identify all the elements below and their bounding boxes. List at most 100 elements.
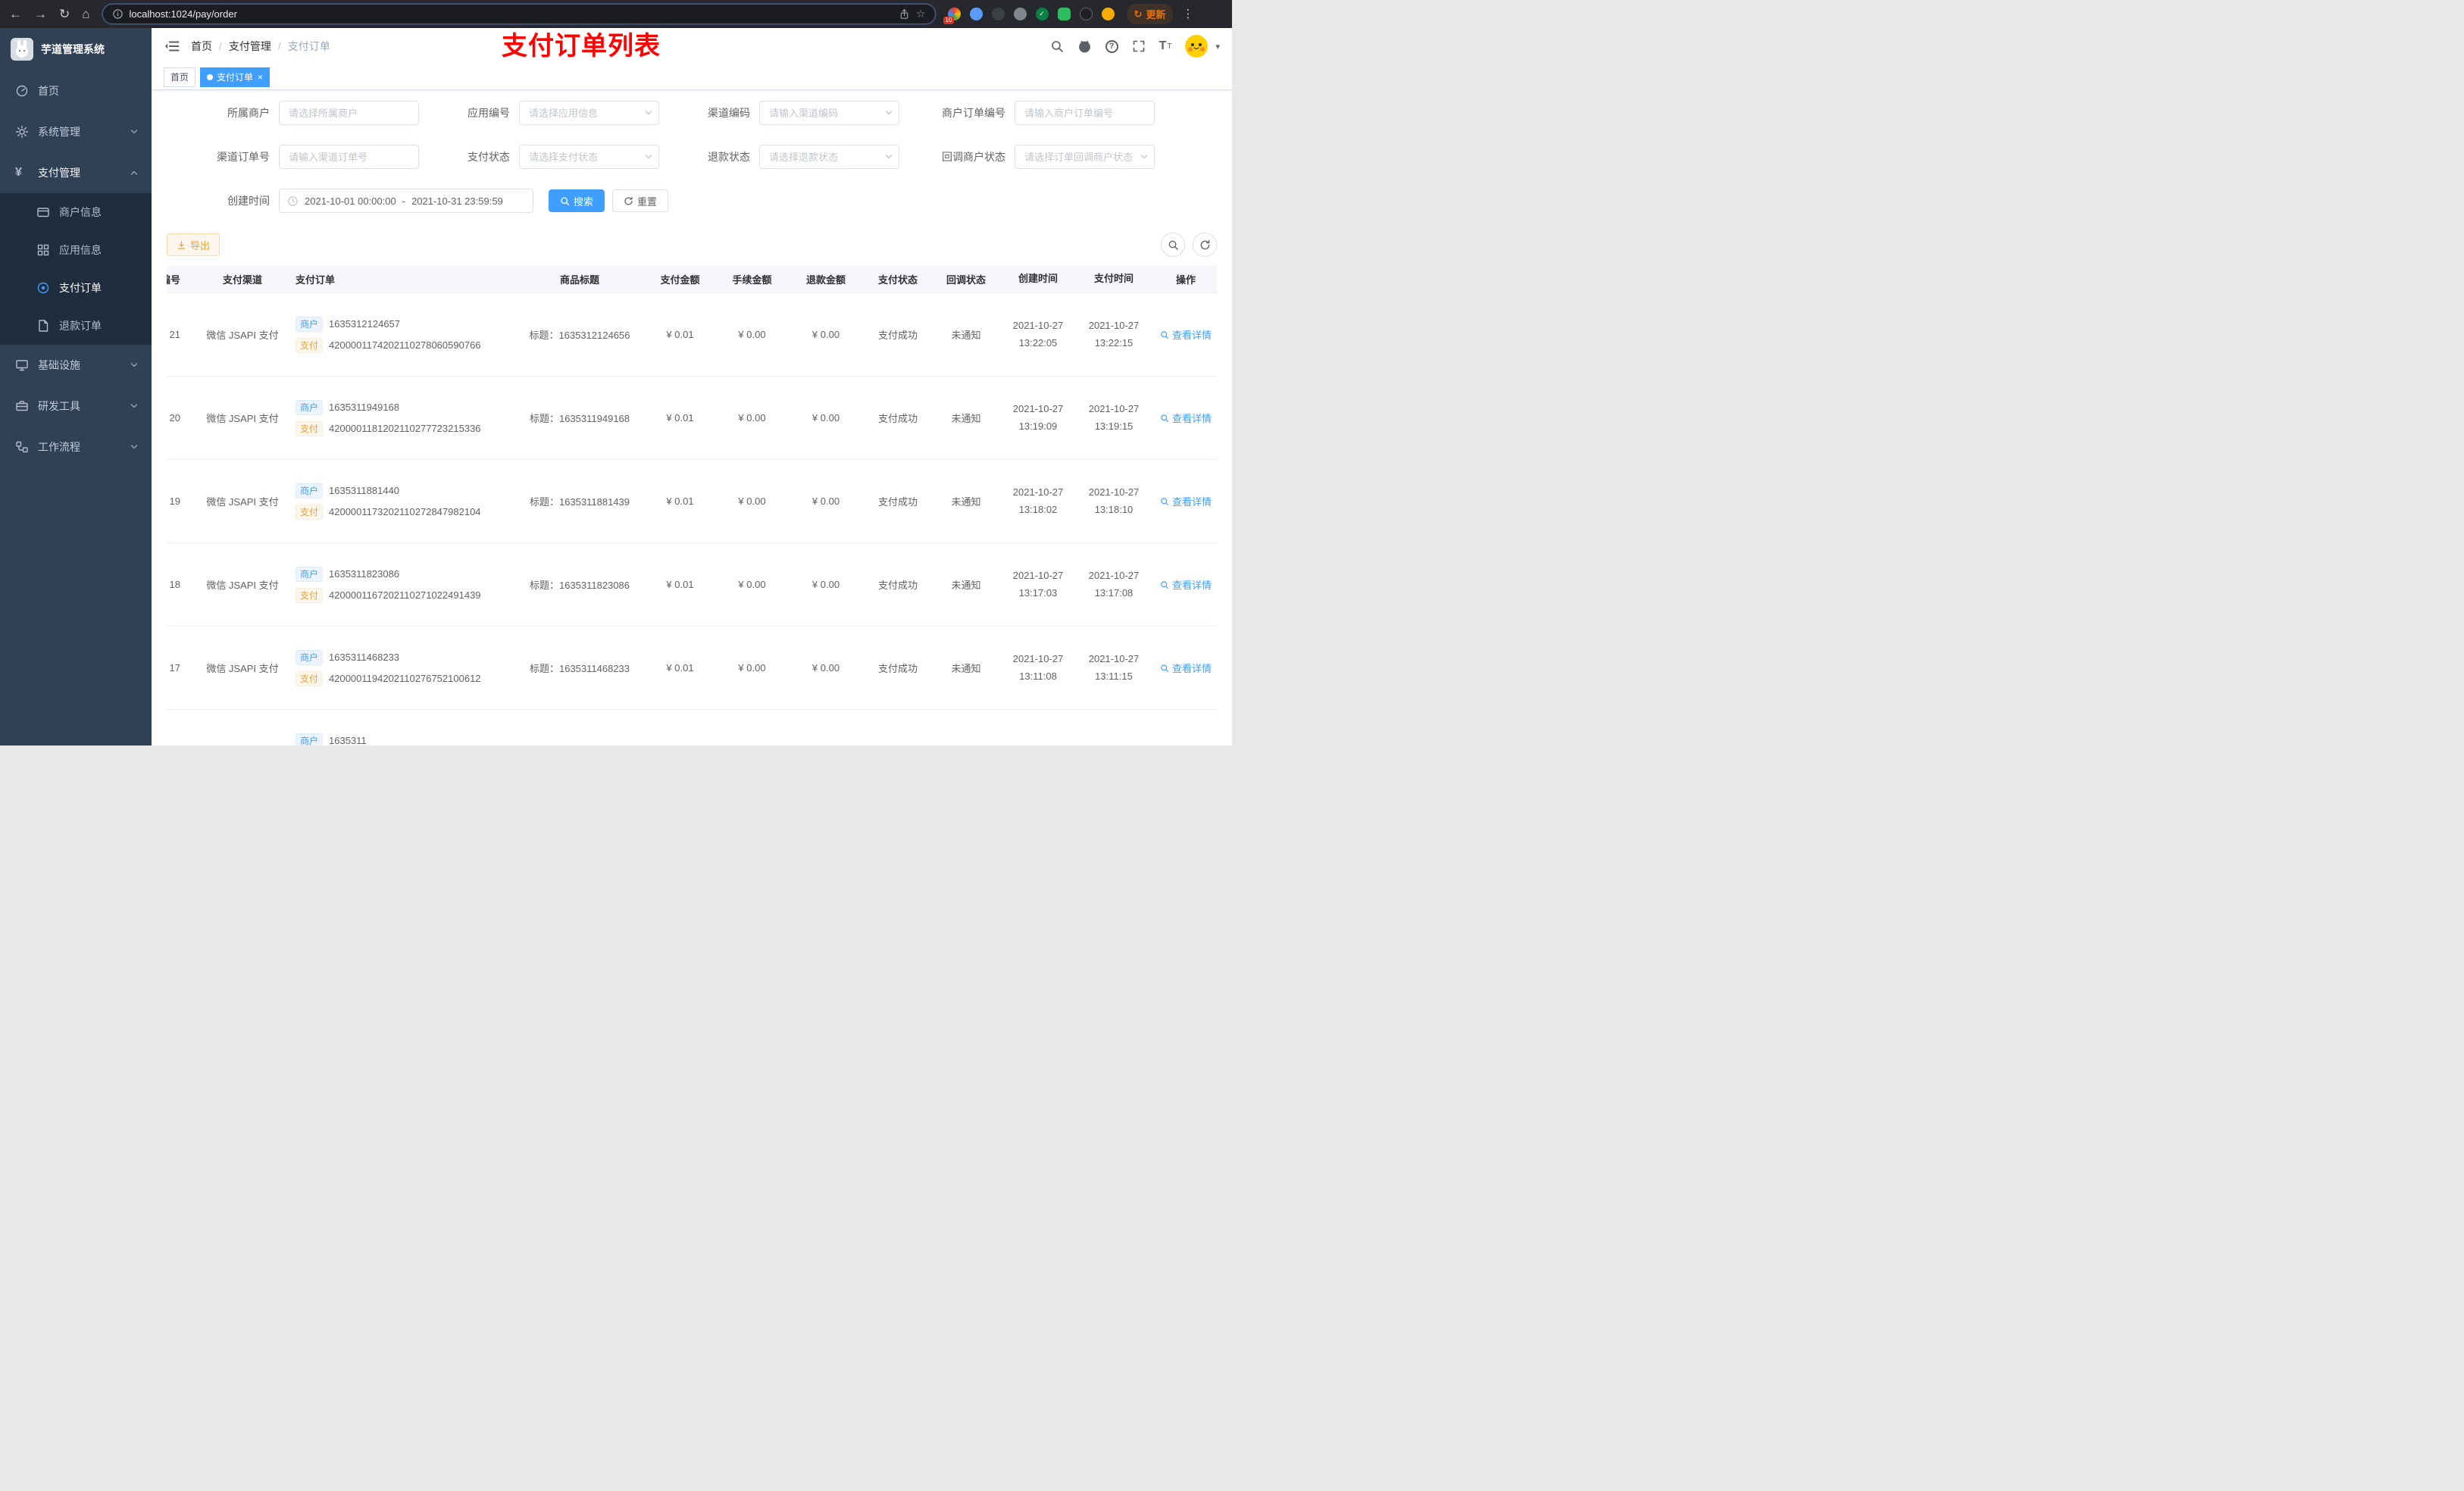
create-time-range[interactable]: 2021-10-01 00:00:00 - 2021-10-31 23:59:5… (279, 189, 533, 213)
address-bar[interactable]: localhost:1024/pay/order ☆ (102, 4, 936, 24)
browser-menu-icon[interactable]: ⋮ (1182, 8, 1193, 20)
sidebar-item-infra[interactable]: 基础设施 (0, 345, 152, 386)
merchant-order-no: 1635311 (329, 735, 367, 746)
toggle-search-button[interactable] (1161, 233, 1185, 257)
screen: ← → ↻ ⌂ localhost:1024/pay/order ☆ 10 ✓ … (0, 0, 1232, 746)
channel-order-no: 4200001194202110276752100612 (329, 673, 481, 684)
sidebar-item-pay[interactable]: ¥ 支付管理 (0, 152, 152, 193)
extension-icon[interactable]: ✓ (1035, 8, 1049, 20)
cell-create-time: 2021-10-27 13:17:03 (1012, 570, 1064, 599)
sidebar-item-pay-order[interactable]: 支付订单 (0, 269, 152, 307)
date-start: 2021-10-01 00:00:00 (305, 195, 396, 207)
merchant-tag: 商户 (295, 733, 324, 746)
sidebar-toggle-icon[interactable] (164, 38, 180, 55)
refresh-table-button[interactable] (1193, 233, 1217, 257)
owner-merchant-field (279, 101, 419, 125)
file-icon (36, 319, 50, 333)
refund-status-select[interactable] (759, 145, 899, 169)
bookmark-star-icon[interactable]: ☆ (916, 8, 926, 20)
share-icon[interactable] (899, 8, 910, 20)
channel-code-select[interactable] (759, 101, 899, 125)
reload-icon[interactable]: ↻ (59, 8, 70, 20)
cell-title: 标题：1635311949168 (529, 413, 630, 424)
app-id-select[interactable] (519, 101, 659, 125)
channel-order-no: 4200001174202110278060590766 (329, 339, 481, 351)
table-row: 21 微信 JSAPI 支付 商户 1635312124657 支付 42000… (167, 293, 1217, 377)
cell-action: 查看详情 (1152, 327, 1217, 342)
merchant-tag: 商户 (295, 399, 324, 415)
chevron-down-icon (130, 128, 138, 136)
view-detail-link[interactable]: 查看详情 (1160, 494, 1212, 508)
extension-icon[interactable] (1079, 8, 1093, 20)
extension-icon[interactable] (1101, 8, 1115, 20)
view-detail-link[interactable]: 查看详情 (1160, 661, 1212, 675)
fullscreen-icon[interactable] (1132, 39, 1146, 53)
channel-code-label: 渠道编码 (708, 107, 750, 119)
info-icon (112, 9, 123, 19)
cell-id: 20 (169, 412, 180, 424)
reset-button[interactable]: 重置 (612, 189, 669, 212)
back-icon[interactable]: ← (9, 8, 22, 20)
merchant-order-no-input[interactable] (1015, 101, 1155, 125)
view-detail-link[interactable]: 查看详情 (1160, 577, 1212, 592)
sidebar: 芋道管理系统 首页 系统管理 ¥ 支付管理 商户信息 应用信息 支付订单 退款订… (0, 28, 152, 746)
cell-action: 查看详情 (1152, 744, 1217, 746)
app-header: 首页 / 支付管理 / 支付订单 支付订单列表 ? TT ▾ (152, 28, 1232, 64)
table-row: 17 微信 JSAPI 支付 商户 1635311468233 支付 42000… (167, 627, 1217, 710)
github-icon[interactable] (1077, 39, 1092, 54)
cell-title: 标题：1635312124656 (529, 330, 630, 341)
extension-icon[interactable] (969, 8, 983, 20)
help-icon[interactable]: ? (1105, 39, 1118, 53)
breadcrumb-separator: / (219, 40, 222, 52)
channel-tag: 支付 (295, 504, 324, 520)
tab-home[interactable]: 首页 (164, 67, 196, 87)
notify-status-field (1015, 145, 1155, 169)
channel-order-no-field (279, 145, 419, 169)
breadcrumb-home[interactable]: 首页 (191, 39, 212, 54)
merchant-order-no: 1635311823086 (329, 568, 400, 580)
extension-icon[interactable] (991, 8, 1005, 20)
channel-order-no-input[interactable] (279, 145, 419, 169)
forward-icon[interactable]: → (34, 8, 47, 20)
close-icon[interactable]: × (258, 72, 263, 83)
logo[interactable]: 芋道管理系统 (0, 28, 152, 70)
extension-icon[interactable] (1057, 8, 1071, 20)
chevron-down-icon[interactable]: ▾ (1215, 42, 1220, 52)
avatar[interactable] (1185, 35, 1209, 58)
column-header-refund: 退款金额 (805, 274, 846, 286)
cell-create-time: 2021-10-27 13:18:02 (1012, 486, 1064, 515)
sidebar-item-workflow[interactable]: 工作流程 (0, 427, 152, 467)
column-header-fee: 手续金额 (732, 274, 772, 286)
search-icon[interactable] (1050, 39, 1064, 53)
sidebar-item-refund-order[interactable]: 退款订单 (0, 307, 152, 345)
breadcrumb-separator: / (277, 40, 281, 52)
tab-pay-order[interactable]: 支付订单 × (200, 67, 270, 87)
home-icon[interactable]: ⌂ (82, 8, 89, 20)
table-row: 20 微信 JSAPI 支付 商户 1635311949168 支付 42000… (167, 377, 1217, 460)
font-size-icon[interactable]: TT (1159, 40, 1172, 52)
search-button[interactable]: 搜索 (549, 189, 605, 212)
extension-icon[interactable] (1013, 8, 1027, 20)
view-detail-link[interactable]: 查看详情 (1160, 327, 1212, 342)
sidebar-item-home[interactable]: 首页 (0, 70, 152, 111)
sidebar-item-dev-tools[interactable]: 研发工具 (0, 386, 152, 427)
merchant-order-no-field (1015, 101, 1155, 125)
browser-update-button[interactable]: ↻ 更新 (1126, 4, 1174, 24)
magnifier-icon (1161, 497, 1169, 505)
pay-status-select[interactable] (519, 145, 659, 169)
cell-create-time: 2021-10-27 13:22:05 (1012, 320, 1064, 349)
sidebar-item-system[interactable]: 系统管理 (0, 111, 152, 152)
export-button[interactable]: 导出 (167, 233, 220, 256)
view-detail-link[interactable]: 查看详情 (1160, 411, 1212, 425)
merchant-order-no: 1635311468233 (329, 652, 400, 663)
sidebar-item-merchant-info[interactable]: 商户信息 (0, 193, 152, 231)
cell-amount: ¥ 0.01 (666, 662, 694, 674)
breadcrumb: 首页 / 支付管理 / 支付订单 (191, 39, 330, 54)
cell-pay-status: 支付成功 (877, 580, 918, 591)
notify-status-select[interactable] (1015, 145, 1155, 169)
extension-icon[interactable]: 10 (943, 8, 961, 24)
update-reload-icon: ↻ (1134, 8, 1143, 20)
sidebar-item-app-info[interactable]: 应用信息 (0, 231, 152, 269)
owner-merchant-input[interactable] (279, 101, 419, 125)
view-detail-link[interactable]: 查看详情 (1160, 744, 1212, 746)
